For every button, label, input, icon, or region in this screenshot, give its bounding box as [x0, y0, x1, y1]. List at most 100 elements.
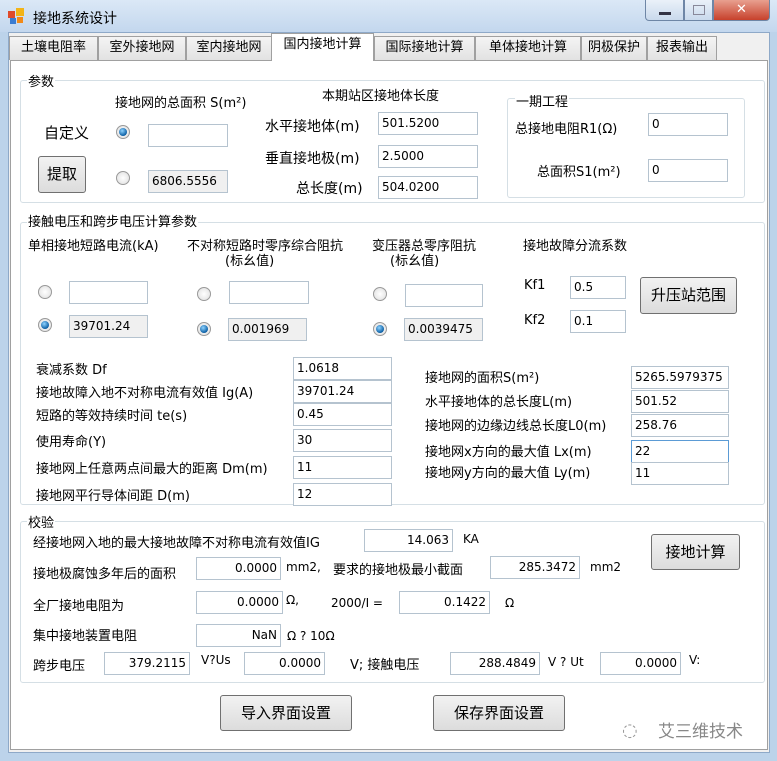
grid-param-input[interactable]: 11 [631, 462, 729, 485]
s1-input[interactable]: 0 [648, 159, 728, 182]
voltage-group-title: 接触电压和跨步电压计算参数 [27, 211, 199, 230]
total-length-label: 总长度(m) [296, 181, 363, 197]
central-resistance-unit: Ω ? 10Ω [287, 629, 335, 643]
ratio-value[interactable]: 0.1422 [399, 591, 490, 614]
custom-label: 自定义 [44, 124, 90, 142]
grid-param-input[interactable]: 258.76 [631, 414, 729, 437]
extracted-area-value[interactable]: 6806.5556 [148, 170, 228, 193]
touch-voltage-value[interactable]: 288.4849 [450, 652, 540, 675]
corrosion-unit: mm2, [286, 560, 321, 574]
grid-param-label: 水平接地体的总长度L(m) [425, 395, 573, 410]
min-section-value[interactable]: 285.3472 [490, 556, 580, 579]
custom-area-input[interactable] [148, 124, 228, 147]
transformer-custom-input[interactable] [405, 284, 483, 307]
step-voltage-label: 跨步电压 [33, 659, 86, 674]
central-resistance-value[interactable]: NaN [196, 624, 281, 647]
transformer-impedance-unit: (标幺值) [390, 254, 440, 269]
close-button[interactable]: ✕ [713, 0, 770, 21]
param-input[interactable]: 11 [293, 456, 392, 479]
param-input[interactable]: 39701.24 [293, 380, 392, 403]
s1-label: 总面积S1(m²) [537, 165, 621, 180]
min-section-label: 要求的接地极最小截面 [333, 563, 464, 578]
horiz-input[interactable]: 501.5200 [378, 112, 478, 135]
kf2-input[interactable]: 0.1 [570, 310, 626, 333]
r1-label: 总接地电阻R1(Ω) [515, 122, 618, 137]
tab-soil-resistivity[interactable]: 土壤电阻率 [9, 36, 98, 60]
transformer-value[interactable]: 0.0039475 [404, 318, 483, 341]
substation-range-button[interactable]: 升压站范围 [640, 277, 737, 314]
ig-label: 经接地网入地的最大接地故障不对称电流有效值IG [33, 536, 320, 551]
custom-area-radio[interactable] [116, 125, 130, 139]
zero-seq-impedance-unit: (标幺值) [225, 254, 275, 269]
corrosion-value[interactable]: 0.0000 [196, 557, 281, 580]
kf1-label: Kf1 [524, 278, 546, 293]
total-area-label: 接地网的总面积 S(m²) [115, 96, 247, 111]
save-settings-button[interactable]: 保存界面设置 [433, 695, 565, 731]
extracted-area-radio[interactable] [116, 171, 130, 185]
tab-domestic-calc[interactable]: 国内接地计算 [271, 33, 374, 61]
touch-voltage-label: V; 接触电压 [350, 658, 420, 673]
grounding-calc-button[interactable]: 接地计算 [651, 534, 740, 570]
param-input[interactable]: 12 [293, 483, 392, 506]
plant-resistance-label: 全厂接地电阻为 [33, 599, 125, 614]
length-title: 本期站区接地体长度 [322, 89, 440, 104]
param-input[interactable]: 30 [293, 429, 392, 452]
vert-input[interactable]: 2.5000 [378, 145, 478, 168]
plant-resistance-value[interactable]: 0.0000 [196, 591, 283, 614]
kf2-label: Kf2 [524, 313, 546, 328]
ig-unit: KA [463, 532, 479, 546]
kf1-input[interactable]: 0.5 [570, 276, 626, 299]
r1-input[interactable]: 0 [648, 113, 728, 136]
param-label: 衰减系数 Df [36, 363, 107, 378]
import-settings-button[interactable]: 导入界面设置 [220, 695, 352, 731]
step-voltage-value[interactable]: 379.2115 [104, 652, 190, 675]
param-label: 使用寿命(Y) [36, 435, 107, 450]
grid-param-label: 接地网x方向的最大值 Lx(m) [425, 445, 592, 460]
min-section-unit: mm2 [590, 560, 622, 574]
zero-seq-custom-input[interactable] [229, 281, 309, 304]
ut-value[interactable]: 0.0000 [600, 652, 681, 675]
tab-outdoor-grid[interactable]: 室外接地网 [98, 36, 186, 60]
grid-param-input[interactable]: 501.52 [631, 390, 729, 413]
horiz-label: 水平接地体(m) [265, 119, 360, 135]
minimize-button[interactable] [645, 0, 684, 21]
tab-report-output[interactable]: 报表输出 [647, 36, 717, 60]
us-value[interactable]: 0.0000 [244, 652, 325, 675]
fault-current-value-radio[interactable] [38, 318, 52, 332]
shunt-coefficient-header: 接地故障分流系数 [523, 239, 628, 254]
central-resistance-label: 集中接地装置电阻 [33, 629, 138, 644]
end-unit: V: [689, 653, 701, 667]
fault-current-custom-input[interactable] [69, 281, 148, 304]
transformer-custom-radio[interactable] [373, 287, 387, 301]
fault-current-custom-radio[interactable] [38, 285, 52, 299]
ratio-unit: Ω [505, 596, 515, 610]
check-group-title: 校验 [27, 512, 56, 531]
fault-current-value[interactable]: 39701.24 [69, 315, 148, 338]
total-length-input[interactable]: 504.0200 [378, 176, 478, 199]
ig-value[interactable]: 14.063 [364, 529, 453, 552]
phase1-title: 一期工程 [515, 91, 570, 110]
param-label: 接地网平行导体间距 D(m) [36, 489, 190, 504]
maximize-button[interactable] [684, 0, 713, 21]
param-label: 接地网上任意两点间最大的距离 Dm(m) [36, 462, 268, 477]
us-label: V?Us [201, 653, 231, 667]
window-title: 接地系统设计 [33, 11, 117, 27]
zero-seq-custom-radio[interactable] [197, 287, 211, 301]
param-input[interactable]: 0.45 [293, 403, 392, 426]
extract-button[interactable]: 提取 [38, 156, 86, 193]
zero-seq-value-radio[interactable] [197, 322, 211, 336]
tab-indoor-grid[interactable]: 室内接地网 [186, 36, 272, 60]
transformer-value-radio[interactable] [373, 322, 387, 336]
tab-cathodic-protection[interactable]: 阴极保护 [581, 36, 647, 60]
grid-param-input[interactable]: 5265.5979375 [631, 366, 729, 389]
ratio-label: 2000/I = [331, 596, 383, 610]
zero-seq-value[interactable]: 0.001969 [228, 318, 307, 341]
tab-single-calc[interactable]: 单体接地计算 [475, 36, 581, 60]
tab-international-calc[interactable]: 国际接地计算 [374, 36, 475, 60]
grid-param-label: 接地网的面积S(m²) [425, 371, 540, 386]
vert-label: 垂直接地极(m) [265, 151, 360, 167]
watermark: 艾三维技术 [658, 722, 743, 742]
grid-param-input[interactable]: 22 [631, 440, 729, 463]
params-group-title: 参数 [27, 71, 56, 90]
param-input[interactable]: 1.0618 [293, 357, 392, 380]
